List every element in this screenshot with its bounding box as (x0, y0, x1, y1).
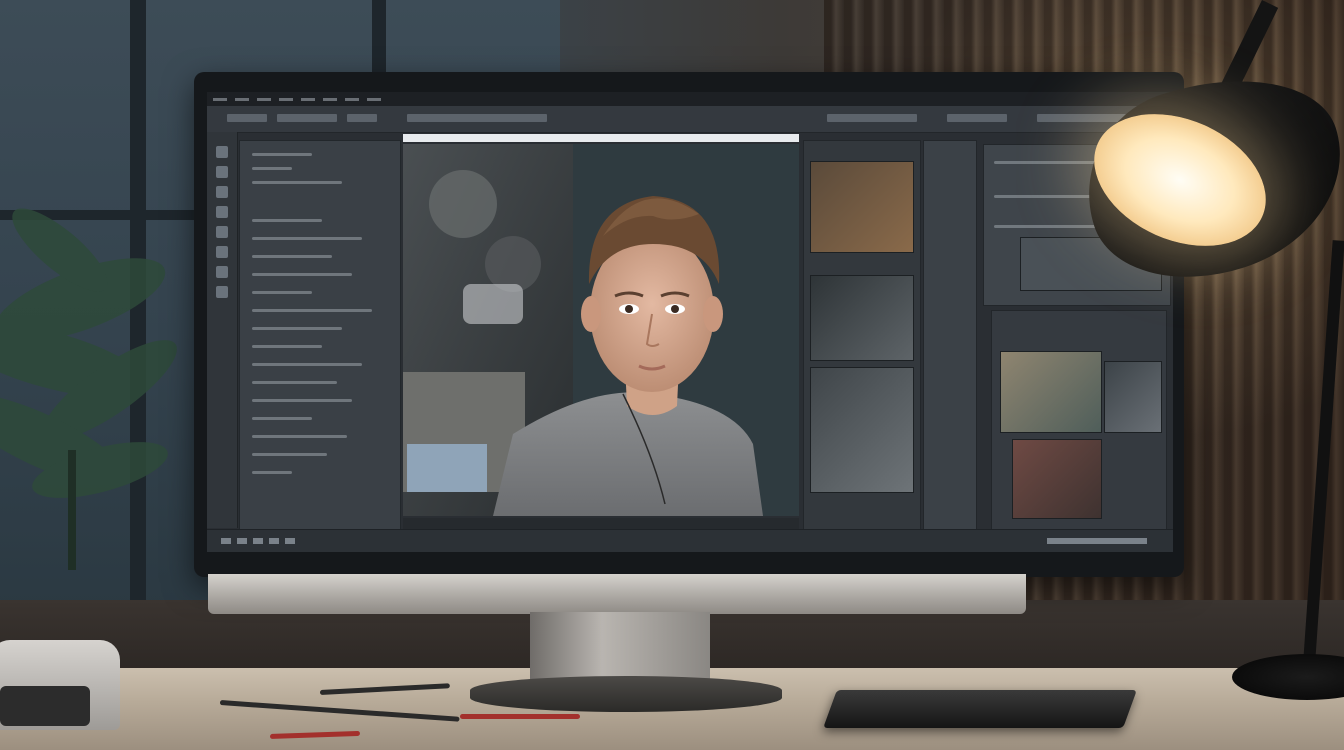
plant (0, 208, 177, 570)
tool-icon[interactable] (216, 246, 228, 258)
menu-icon[interactable] (367, 97, 381, 101)
option-field[interactable] (827, 114, 917, 122)
tool-icon[interactable] (216, 186, 228, 198)
menu-icon[interactable] (235, 97, 249, 101)
tool-icon[interactable] (216, 266, 228, 278)
option-field[interactable] (227, 114, 267, 122)
menu-icon[interactable] (213, 97, 227, 101)
layer-thumbnail-icon[interactable] (810, 367, 914, 493)
tablet (823, 690, 1137, 728)
editor-status-bar (207, 529, 1173, 552)
layer-thumbnail-icon[interactable] (810, 161, 914, 253)
red-pen (460, 714, 580, 719)
options-bar (207, 106, 1173, 133)
option-field[interactable] (407, 114, 547, 122)
option-field[interactable] (277, 114, 337, 122)
tools-column (923, 140, 977, 534)
menu-icon[interactable] (257, 97, 271, 101)
monitor-screen (207, 92, 1173, 552)
tool-icon[interactable] (216, 226, 228, 238)
desk-device (0, 686, 90, 726)
menu-icon[interactable] (323, 97, 337, 101)
tool-icon[interactable] (216, 146, 228, 158)
layer-thumbnail-icon[interactable] (1012, 439, 1102, 519)
tool-icon[interactable] (216, 166, 228, 178)
menu-icon[interactable] (279, 97, 293, 101)
monitor-stand-base (470, 676, 782, 712)
preview-panel (991, 310, 1167, 530)
monitor-chin (208, 574, 1026, 614)
document-tab[interactable] (403, 134, 799, 142)
layer-thumbnail-icon[interactable] (1104, 361, 1162, 433)
photo-canvas[interactable] (403, 144, 799, 516)
tool-icon[interactable] (216, 286, 228, 298)
layer-thumbnail-icon[interactable] (1000, 351, 1102, 433)
filmstrip-panel (803, 140, 921, 534)
option-field[interactable] (947, 114, 1007, 122)
scene (0, 0, 1344, 750)
tool-bar (207, 132, 238, 528)
menu-icon[interactable] (345, 97, 359, 101)
tool-icon[interactable] (216, 206, 228, 218)
menu-icon[interactable] (301, 97, 315, 101)
left-panel (239, 140, 401, 537)
layer-thumbnail-icon[interactable] (810, 275, 914, 361)
menu-bar (207, 92, 1173, 106)
monitor-stand-neck (530, 612, 710, 684)
option-field[interactable] (347, 114, 377, 122)
portrait-photo (403, 144, 799, 516)
